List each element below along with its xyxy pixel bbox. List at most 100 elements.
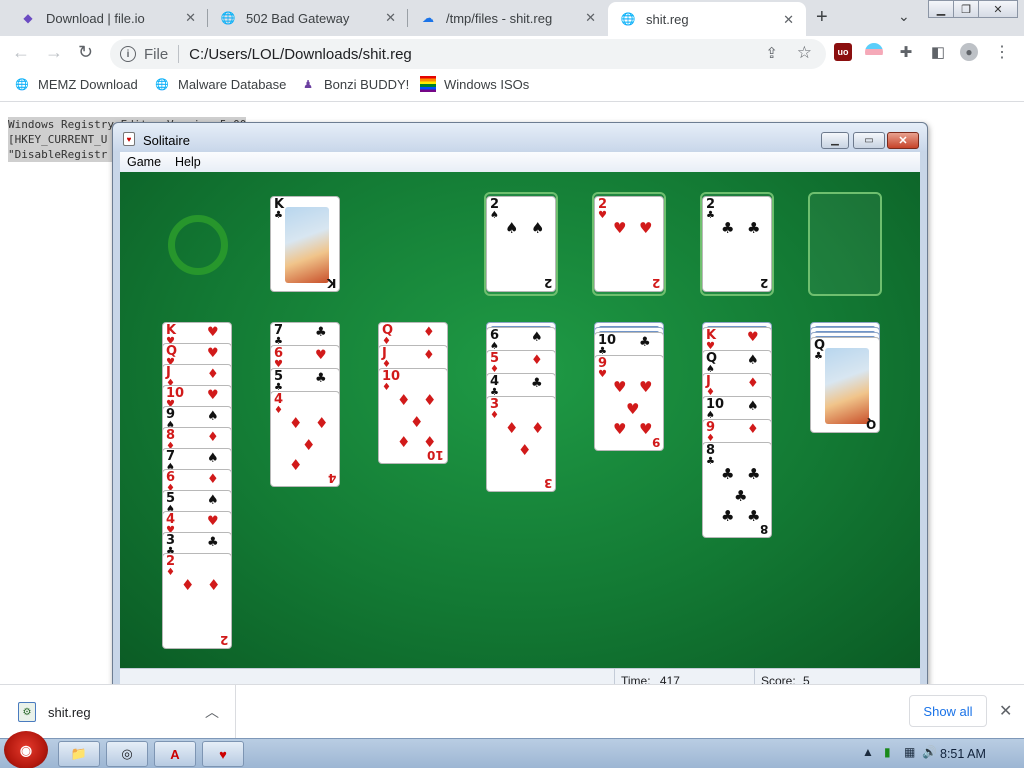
restore-button[interactable]: ❐ [953, 0, 979, 18]
maximize-button[interactable]: ▭ [853, 132, 885, 149]
share-icon[interactable]: ⇪ [765, 44, 778, 62]
playing-card[interactable]: 2 ♣ ♣ ♣ 2 [702, 196, 772, 292]
windows-flag-icon [420, 76, 436, 92]
show-all-button[interactable]: Show all [909, 695, 987, 727]
reload-icon[interactable]: ↻ [78, 42, 93, 63]
puzzle-icon[interactable]: ✚ [897, 43, 915, 61]
globe-icon: 🌐 [220, 11, 236, 25]
volume-icon[interactable]: 🔊 [922, 745, 937, 759]
tab-search-icon[interactable]: ⌄ [898, 8, 910, 25]
download-item[interactable]: ⚙ shit.reg ︿ [0, 685, 236, 739]
card-pip: ♦ [531, 353, 543, 368]
card-pip: ♠ [207, 451, 219, 466]
tray-expand-icon[interactable]: ▲ [862, 745, 874, 759]
new-tab-button[interactable]: + [816, 6, 828, 29]
card-pip: ♥ [613, 420, 627, 438]
solitaire-titlebar[interactable]: ♥ Solitaire ▁ ▭ ✕ [113, 123, 927, 151]
playing-card[interactable]: 3 ♦ ♦ ♦ ♦ 3 [486, 396, 556, 492]
clock[interactable]: 8:51 AM [940, 747, 986, 761]
playing-card[interactable]: 8 ♣ ♣ ♣ ♣ ♣ ♣ 8 [702, 442, 772, 538]
tab-file-io[interactable]: ◆ Download | file.io ✕ [8, 0, 208, 36]
playing-card[interactable]: 4 ♦ ♦ ♦ ♦ ♦ 4 [270, 391, 340, 487]
card-pip: ♥ [315, 348, 327, 363]
card-pip: ♦ [207, 576, 221, 594]
card-pip: ♦ [423, 325, 435, 340]
bookmark-memz[interactable]: 🌐 MEMZ Download [14, 76, 138, 92]
minimize-button[interactable]: ▁ [928, 0, 954, 18]
tab-title: /tmp/files - shit.reg [446, 10, 553, 26]
tab-502[interactable]: 🌐 502 Bad Gateway ✕ [208, 0, 408, 36]
address-bar[interactable]: i File C:/Users/LOL/Downloads/shit.reg ⇪… [110, 39, 826, 69]
card-pip: ♠ [207, 409, 219, 424]
forward-arrow-icon[interactable]: → [45, 42, 63, 63]
card-pip: ♣ [721, 219, 735, 237]
card-pip: ♦ [397, 433, 411, 451]
minimize-button[interactable]: ▁ [821, 132, 849, 149]
tab-title: 502 Bad Gateway [246, 10, 350, 26]
pdf-reader-icon[interactable]: A [154, 741, 196, 767]
bookmark-windows-isos[interactable]: Windows ISOs [420, 76, 529, 92]
close-icon[interactable]: ✕ [783, 12, 794, 28]
playing-card[interactable]: 2 ♠ ♠ ♠ 2 [486, 196, 556, 292]
playing-card[interactable]: 10 ♦ ♦ ♦ ♦ ♦ ♦ 10 [378, 368, 448, 464]
chrome-icon[interactable]: ◎ [106, 741, 148, 767]
foundation-slot[interactable] [808, 192, 882, 296]
side-panel-icon[interactable]: ◧ [929, 43, 947, 61]
close-window-button[interactable]: ✕ [978, 0, 1018, 18]
playing-card[interactable]: K ♣ K [270, 196, 340, 292]
card-pip: ♣ [747, 219, 761, 237]
playing-card[interactable]: 9 ♥ ♥ ♥ ♥ ♥ ♥ 9 [594, 355, 664, 451]
battery-icon[interactable]: ▮ [884, 745, 891, 759]
more-menu-icon[interactable]: ⋮ [993, 43, 1011, 61]
close-icon[interactable]: ✕ [385, 10, 396, 26]
playing-card[interactable]: 2 ♦ ♦ ♦ 2 [162, 553, 232, 649]
bookmark-label: Windows ISOs [444, 76, 530, 92]
card-pip: ♠ [531, 219, 545, 237]
chevron-up-icon[interactable]: ︿ [205, 702, 219, 722]
stock-recycle-icon[interactable] [168, 215, 228, 275]
card-pip: ♦ [207, 472, 219, 487]
solitaire-menubar: Game Help [120, 152, 920, 172]
bookmark-star-icon[interactable]: ☆ [797, 43, 812, 63]
card-suit-icon: ♦ [382, 382, 391, 393]
tab-tmp-files[interactable]: ☁ /tmp/files - shit.reg ✕ [408, 0, 608, 36]
card-pip: ♦ [410, 413, 424, 431]
card-corner-rank: 2 [219, 633, 228, 647]
bookmark-bonzi[interactable]: ♟ Bonzi BUDDY! [300, 76, 409, 92]
globe-icon: 🌐 [155, 78, 169, 91]
card-suit-icon: ♣ [706, 456, 715, 467]
close-icon[interactable]: ✕ [999, 701, 1012, 721]
close-icon[interactable]: ✕ [585, 10, 596, 26]
bookmark-malware-db[interactable]: 🌐 Malware Database [154, 76, 286, 92]
card-pip: ♥ [639, 219, 653, 237]
menu-game[interactable]: Game [127, 155, 161, 169]
info-icon[interactable]: i [120, 46, 136, 62]
playing-card[interactable]: Q ♣ Q [810, 337, 880, 433]
card-pip: ♥ [207, 514, 219, 529]
tab-shit-reg[interactable]: 🌐 shit.reg ✕ [608, 2, 806, 36]
playing-card[interactable]: 2 ♥ ♥ ♥ 2 [594, 196, 664, 292]
profile-avatar-icon[interactable]: ● [960, 43, 978, 61]
card-pip: ♥ [613, 219, 627, 237]
file-io-icon: ◆ [23, 11, 33, 25]
card-pip: ♦ [505, 419, 519, 437]
extension-flag-icon[interactable] [865, 43, 883, 61]
card-pip: ♥ [207, 346, 219, 361]
card-suit-icon: ♦ [490, 410, 499, 421]
solitaire-taskbar-icon[interactable]: ♥ [202, 741, 244, 767]
card-pip: ♦ [747, 422, 759, 437]
ublock-icon[interactable]: uo [834, 43, 852, 61]
start-button-icon[interactable]: ◉ [4, 731, 48, 768]
card-corner-rank: 8 [759, 522, 768, 536]
close-icon[interactable]: ✕ [185, 10, 196, 26]
back-arrow-icon[interactable]: ← [12, 42, 30, 63]
game-table[interactable]: K ♣ K 2 ♠ ♠ ♠ 2 2 ♥ ♥ ♥ 2 2 ♣ ♣ ♣ 2 K ♥ ♥ Q ♥ ♥ J ♦ ♦ 10 ♥ ♥ 9 ♠ ♠ 8 ♦ ♦ 7 ♠ ♠… [120, 172, 920, 668]
card-corner-rank: Q [865, 417, 876, 431]
card-pip: ♦ [207, 430, 219, 445]
card-suit-icon: ♥ [598, 369, 607, 380]
card-corner-rank: 4 [327, 471, 336, 485]
menu-help[interactable]: Help [175, 155, 201, 169]
network-icon[interactable]: ▦ [904, 745, 915, 759]
close-button[interactable]: ✕ [887, 132, 919, 149]
explorer-icon[interactable]: 📁 [58, 741, 100, 767]
